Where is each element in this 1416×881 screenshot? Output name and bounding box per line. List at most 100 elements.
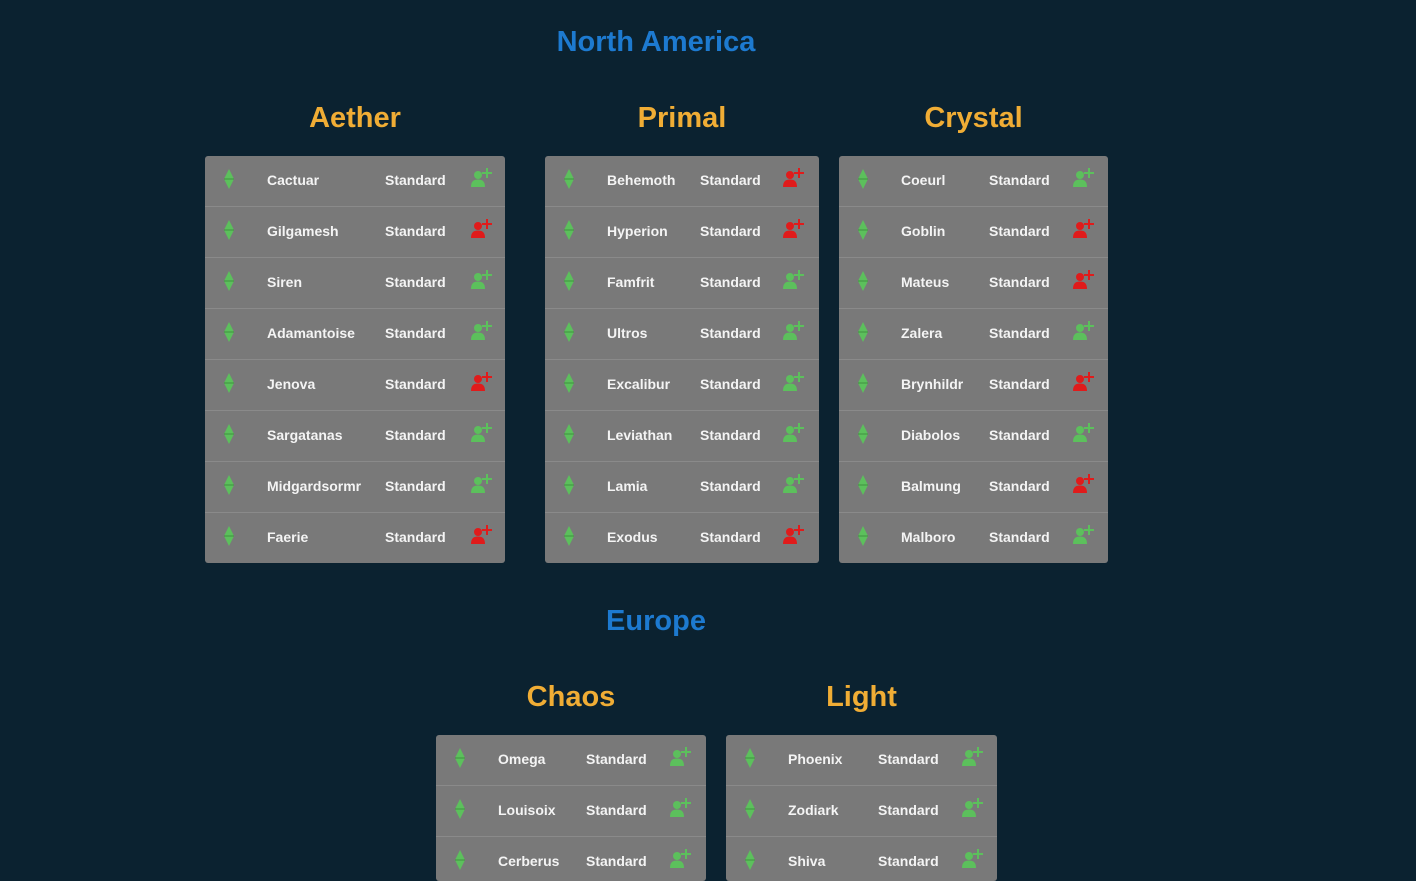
online-crystal-icon — [564, 373, 574, 393]
world-row: Hyperion Standard — [545, 207, 819, 258]
world-row: Jenova Standard — [205, 360, 505, 411]
world-name: Jenova — [267, 376, 316, 392]
world-row: Faerie Standard — [205, 513, 505, 563]
online-crystal-icon — [224, 169, 234, 189]
world-name: Siren — [267, 274, 303, 290]
world-name: Hyperion — [607, 223, 668, 239]
world-row: Cerberus Standard — [436, 837, 706, 881]
add-user-icon — [783, 474, 804, 493]
add-user-icon — [471, 423, 492, 442]
world-row: Midgardsormr Standard — [205, 462, 505, 513]
world-name: Lamia — [607, 478, 648, 494]
add-user-icon — [670, 747, 691, 766]
world-type: Standard — [700, 529, 761, 545]
world-name: Coeurl — [901, 172, 946, 188]
world-name: Brynhildr — [901, 376, 964, 392]
datacenter-title: Primal — [637, 102, 727, 134]
online-crystal-icon — [224, 526, 234, 546]
online-crystal-icon — [564, 322, 574, 342]
world-type: Standard — [385, 274, 446, 290]
online-crystal-icon — [564, 169, 574, 189]
add-user-icon — [783, 168, 804, 187]
world-type: Standard — [586, 751, 647, 767]
world-type: Standard — [700, 376, 761, 392]
add-user-icon — [1073, 372, 1094, 391]
add-user-icon — [1073, 219, 1094, 238]
world-type: Standard — [989, 376, 1050, 392]
online-crystal-icon — [858, 373, 868, 393]
world-type: Standard — [878, 751, 939, 767]
world-row: Malboro Standard — [839, 513, 1108, 563]
add-user-icon — [471, 219, 492, 238]
world-row: Lamia Standard — [545, 462, 819, 513]
add-user-icon — [471, 168, 492, 187]
world-row: Excalibur Standard — [545, 360, 819, 411]
online-crystal-icon — [858, 475, 868, 495]
world-name: Malboro — [901, 529, 956, 545]
online-crystal-icon — [745, 748, 755, 768]
world-row: Zodiark Standard — [726, 786, 997, 837]
add-user-icon — [962, 849, 983, 868]
world-name: Shiva — [788, 853, 826, 869]
world-row: Omega Standard — [436, 735, 706, 786]
world-name: Midgardsormr — [267, 478, 362, 494]
world-row: Behemoth Standard — [545, 156, 819, 207]
add-user-icon — [471, 321, 492, 340]
world-type: Standard — [878, 802, 939, 818]
world-name: Omega — [498, 751, 546, 767]
online-crystal-icon — [564, 475, 574, 495]
world-type: Standard — [700, 223, 761, 239]
add-user-icon — [783, 219, 804, 238]
world-name: Zalera — [901, 325, 943, 341]
world-row: Diabolos Standard — [839, 411, 1108, 462]
world-row: Goblin Standard — [839, 207, 1108, 258]
online-crystal-icon — [858, 271, 868, 291]
add-user-icon — [670, 798, 691, 817]
world-row: Famfrit Standard — [545, 258, 819, 309]
world-name: Phoenix — [788, 751, 843, 767]
world-type: Standard — [989, 172, 1050, 188]
online-crystal-icon — [858, 220, 868, 240]
online-crystal-icon — [858, 526, 868, 546]
world-type: Standard — [700, 172, 761, 188]
datacenter-title: Light — [826, 681, 897, 713]
world-name: Diabolos — [901, 427, 961, 443]
world-type: Standard — [385, 376, 446, 392]
world-row: Exodus Standard — [545, 513, 819, 563]
world-name: Ultros — [607, 325, 648, 341]
online-crystal-icon — [564, 424, 574, 444]
world-row: Siren Standard — [205, 258, 505, 309]
add-user-icon — [471, 270, 492, 289]
online-crystal-icon — [224, 271, 234, 291]
datacenter-title: Crystal — [924, 102, 1023, 134]
world-type: Standard — [385, 172, 446, 188]
world-type: Standard — [586, 853, 647, 869]
world-type: Standard — [385, 325, 446, 341]
add-user-icon — [471, 525, 492, 544]
world-row: Cactuar Standard — [205, 156, 505, 207]
world-list-panel: Behemoth Standard Hyperion Standard Famfrit S… — [545, 156, 819, 563]
online-crystal-icon — [224, 373, 234, 393]
add-user-icon — [1073, 168, 1094, 187]
world-name: Mateus — [901, 274, 950, 290]
add-user-icon — [1073, 270, 1094, 289]
datacenter-title: Chaos — [526, 681, 616, 713]
world-row: Sargatanas Standard — [205, 411, 505, 462]
world-row: Louisoix Standard — [436, 786, 706, 837]
world-row: Mateus Standard — [839, 258, 1108, 309]
online-crystal-icon — [858, 322, 868, 342]
region-title: North America — [556, 26, 756, 58]
world-list-panel: Coeurl Standard Goblin Standard Mateus Standa… — [839, 156, 1108, 563]
world-row: Coeurl Standard — [839, 156, 1108, 207]
add-user-icon — [783, 423, 804, 442]
world-list-panel: Cactuar Standard Gilgamesh Standard Siren Sta… — [205, 156, 505, 563]
world-type: Standard — [700, 478, 761, 494]
world-type: Standard — [989, 325, 1050, 341]
world-name: Gilgamesh — [267, 223, 339, 239]
world-row: Phoenix Standard — [726, 735, 997, 786]
add-user-icon — [670, 849, 691, 868]
world-type: Standard — [385, 478, 446, 494]
add-user-icon — [1073, 321, 1094, 340]
world-type: Standard — [385, 223, 446, 239]
datacenter-title: Aether — [309, 102, 401, 134]
